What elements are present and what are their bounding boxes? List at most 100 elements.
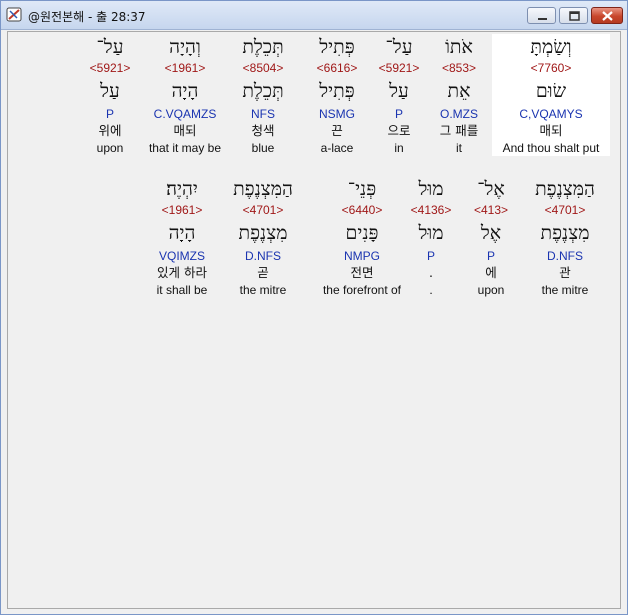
word-column[interactable]: פְּתִיל <6616> פְּתִיל NSMG 끈 a-lace — [307, 34, 367, 156]
hebrew-word: הַמִּצְנֶפֶת — [233, 178, 293, 200]
parsing-code: NSMG — [319, 107, 355, 121]
app-icon — [6, 7, 22, 22]
english-gloss: in — [394, 141, 404, 155]
word-column[interactable]: הַמִּצְנֶפֶת <4701> מִצְנֶפֶת D.NFS 곧 the mit… — [231, 176, 295, 298]
english-gloss: . — [429, 283, 433, 297]
hebrew-word: עַל־ — [96, 36, 124, 58]
lemma-word: מִצְנֶפֶת — [540, 222, 590, 244]
english-gloss: it shall be — [156, 283, 208, 297]
parsing-code: P — [394, 107, 403, 121]
korean-gloss: . — [429, 265, 433, 280]
lemma-word: מוּל — [418, 222, 444, 244]
minimize-button[interactable] — [527, 7, 556, 24]
korean-gloss: 곧 — [257, 265, 269, 280]
minimize-icon — [538, 18, 547, 20]
parsing-code: P — [426, 249, 435, 263]
hebrew-word: הַמִּצְנֶפֶת — [535, 178, 595, 200]
english-gloss: upon — [477, 283, 505, 297]
word-column[interactable]: אֶל־ <413> אֶל P 에 upon — [471, 176, 511, 298]
hebrew-word: אֹתוֹ — [445, 36, 473, 58]
korean-gloss: 청색 — [251, 123, 275, 138]
strong-number[interactable]: <1961> — [147, 202, 217, 218]
english-gloss: And thou shalt put — [502, 141, 600, 155]
lemma-word: אֵת — [447, 80, 471, 102]
lemma-word: אֶל — [480, 222, 502, 244]
korean-gloss: 전면 — [350, 265, 374, 280]
parsing-code: NMPG — [344, 249, 380, 263]
hebrew-word: תְּכֵלֶת — [242, 36, 284, 58]
parsing-code: D.NFS — [547, 249, 583, 263]
korean-gloss: 에 — [485, 265, 497, 280]
english-gloss: a-lace — [320, 141, 354, 155]
parsing-code: C.VQAMZS — [153, 107, 217, 121]
korean-gloss: 그 패를 — [439, 123, 479, 138]
strong-number[interactable]: <1961> — [140, 60, 230, 76]
lemma-word: פְּתִיל — [319, 80, 355, 102]
strong-number[interactable]: <4701> — [231, 202, 295, 218]
strong-number[interactable]: <413> — [471, 202, 511, 218]
hebrew-word: וְשַׂמְתָּ — [530, 36, 572, 58]
strong-number[interactable]: <4701> — [533, 202, 597, 218]
lemma-word: מִצְנֶפֶת — [238, 222, 288, 244]
korean-gloss: 매되 — [539, 123, 563, 138]
lemma-word: הָיָה — [171, 80, 199, 102]
english-gloss: the mitre — [239, 283, 287, 297]
strong-number[interactable]: <5921> — [80, 60, 140, 76]
lemma-word: פָּנִים — [345, 222, 379, 244]
word-column[interactable]: הַמִּצְנֶפֶת <4701> מִצְנֶפֶת D.NFS 관 the mit… — [533, 176, 597, 298]
maximize-button[interactable] — [559, 7, 588, 24]
app-window: @원전본해 - 출 28:37 וְשַׂמְתָּ <7760> שׂוּם C,V… — [0, 0, 628, 615]
english-gloss: the forefront of — [322, 283, 402, 297]
word-column[interactable]: פְּנֵי־ <6440> פָּנִים NMPG 전면 the forefront … — [313, 176, 411, 298]
english-gloss: blue — [251, 141, 275, 155]
word-column[interactable]: עַל־ <5921> עַל P 으로 in — [371, 34, 427, 156]
strong-number[interactable]: <6440> — [313, 202, 411, 218]
interlinear-panel[interactable]: וְשַׂמְתָּ <7760> שׂוּם C,VQAMYS 매되 And thou … — [7, 31, 621, 609]
word-column[interactable]: עַל־ <5921> עַל P 위에 upon — [80, 34, 140, 156]
lemma-word: תְּכֵלֶת — [242, 80, 284, 102]
strong-number[interactable]: <853> — [429, 60, 489, 76]
word-column[interactable]: וְהָיָה <1961> הָיָה C.VQAMZS 매되 that it may … — [140, 34, 230, 156]
parsing-code: O.MZS — [440, 107, 478, 121]
strong-number[interactable]: <4136> — [409, 202, 453, 218]
parsing-code: VQIMZS — [158, 249, 205, 263]
word-column[interactable]: יִהְיֶה׃ <1961> הָיָה VQIMZS 있게 하라 it shall b… — [147, 176, 217, 298]
lemma-word: שׂוּם — [535, 80, 567, 102]
parsing-code: C,VQAMYS — [519, 107, 583, 121]
english-gloss: the mitre — [541, 283, 589, 297]
korean-gloss: 위에 — [98, 123, 122, 138]
close-button[interactable] — [591, 7, 623, 24]
lemma-word: הָיָה — [168, 222, 196, 244]
korean-gloss: 으로 — [387, 123, 411, 138]
parsing-code: D.NFS — [245, 249, 281, 263]
korean-gloss: 있게 하라 — [157, 265, 207, 280]
strong-number[interactable]: <8504> — [231, 60, 295, 76]
hebrew-word: פְּנֵי־ — [347, 178, 377, 200]
lemma-word: עַל — [100, 80, 120, 102]
hebrew-word: יִהְיֶה׃ — [166, 178, 198, 200]
close-icon — [602, 11, 613, 21]
parsing-code: P — [105, 107, 114, 121]
parsing-code: P — [486, 249, 495, 263]
word-column[interactable]: תְּכֵלֶת <8504> תְּכֵלֶת NFS 청색 blue — [231, 34, 295, 156]
word-column[interactable]: וְשַׂמְתָּ <7760> שׂוּם C,VQAMYS 매되 And thou … — [492, 34, 610, 156]
title-bar[interactable]: @원전본해 - 출 28:37 — [1, 1, 627, 30]
window-title: @원전본해 - 출 28:37 — [28, 10, 146, 24]
korean-gloss: 매되 — [173, 123, 197, 138]
english-gloss: that it may be — [148, 141, 222, 155]
hebrew-word: פְּתִיל — [319, 36, 355, 58]
parsing-code: NFS — [251, 107, 275, 121]
word-column[interactable]: אֹתוֹ <853> אֵת O.MZS 그 패를 it — [429, 34, 489, 156]
word-column[interactable]: מוּל <4136> מוּל P.. — [409, 176, 453, 298]
korean-gloss: 끈 — [331, 123, 343, 138]
strong-number[interactable]: <5921> — [371, 60, 427, 76]
korean-gloss: 관 — [559, 265, 571, 280]
hebrew-word: וְהָיָה — [169, 36, 201, 58]
hebrew-word: אֶל־ — [477, 178, 505, 200]
strong-number[interactable]: <7760> — [492, 60, 610, 76]
hebrew-word: עַל־ — [385, 36, 413, 58]
english-gloss: it — [456, 141, 462, 155]
english-gloss: upon — [96, 141, 124, 155]
hebrew-word: מוּל — [418, 178, 444, 200]
strong-number[interactable]: <6616> — [307, 60, 367, 76]
